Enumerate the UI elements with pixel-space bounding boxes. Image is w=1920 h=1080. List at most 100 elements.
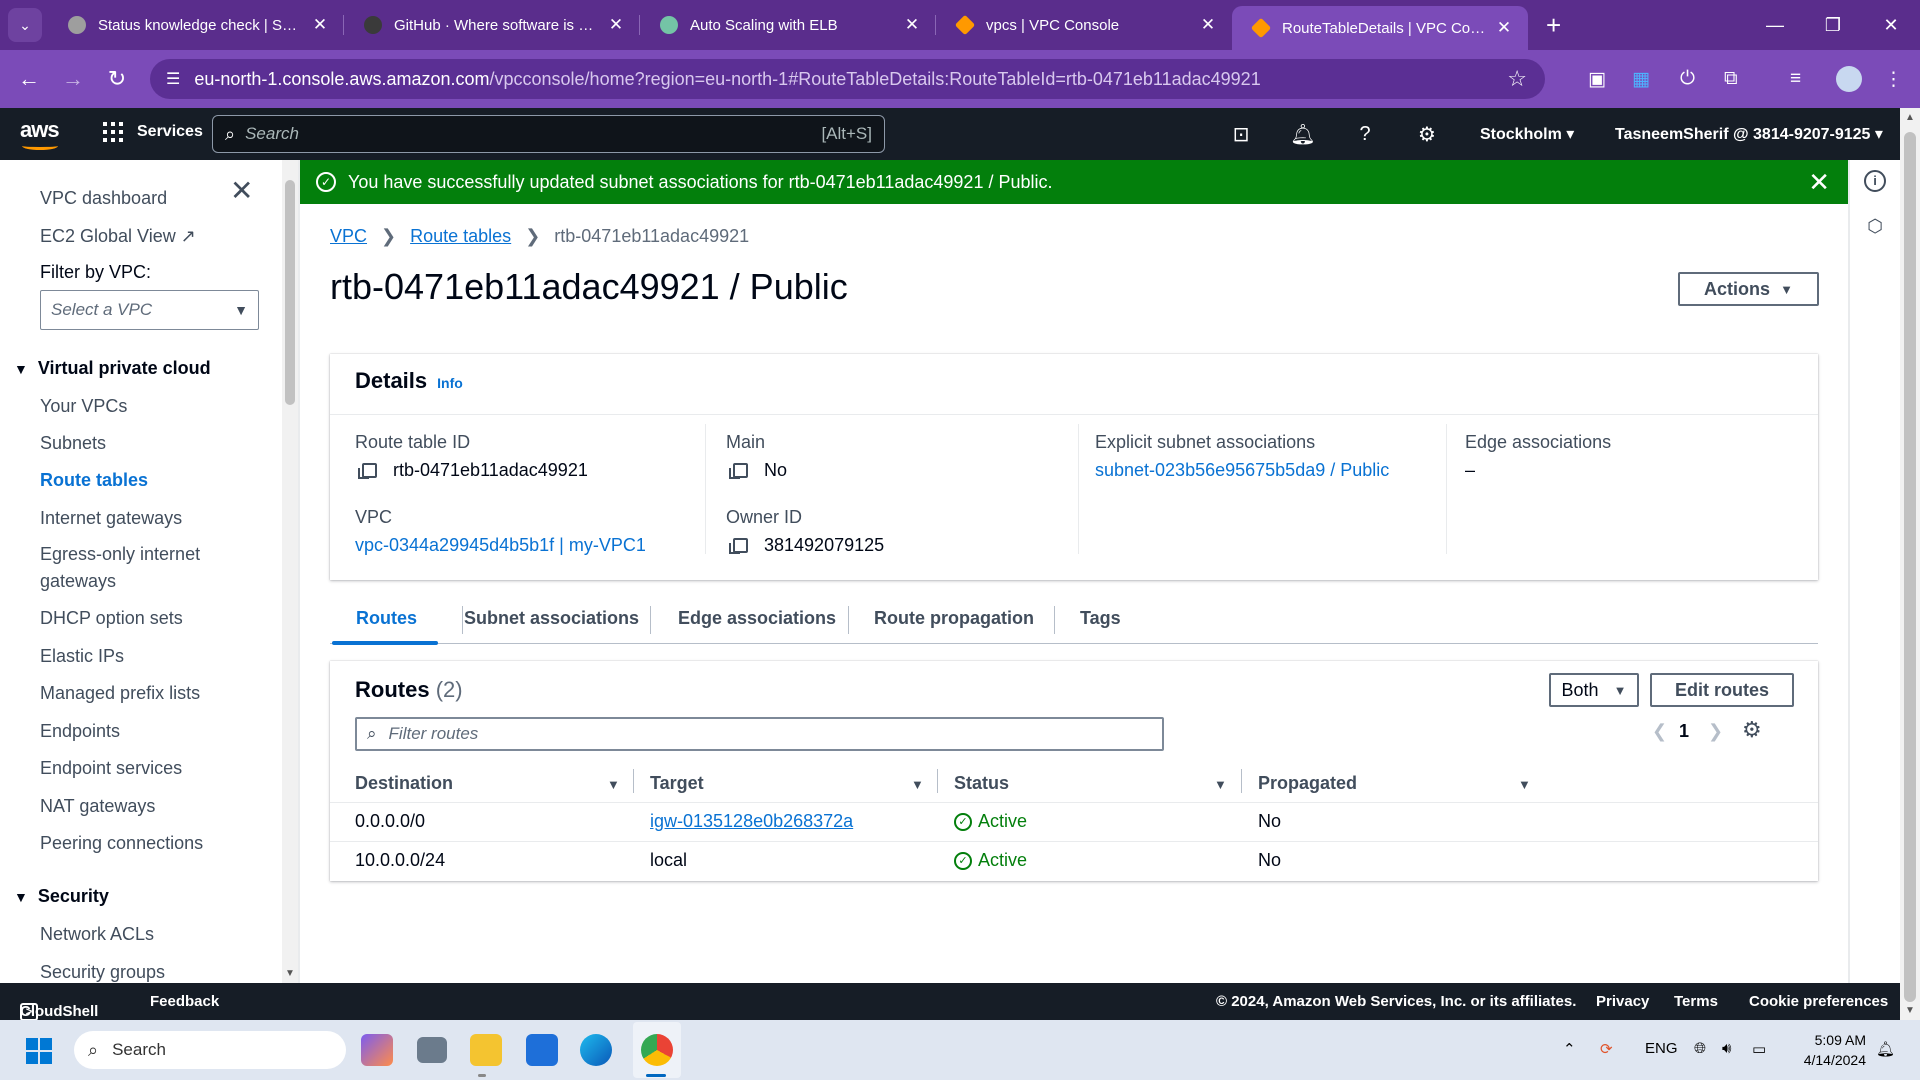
sidebar-item-route-tables[interactable]: Route tables xyxy=(40,470,148,491)
sync-icon[interactable]: ⟳ xyxy=(1600,1040,1613,1058)
scrollbar-thumb[interactable] xyxy=(285,180,295,405)
url-field[interactable]: ☰ eu-north-1.console.aws.amazon.com/vpcc… xyxy=(150,59,1545,99)
aws-logo[interactable]: aws xyxy=(20,117,60,150)
tab-routes[interactable]: Routes xyxy=(356,608,417,629)
profile-avatar[interactable] xyxy=(1836,50,1862,108)
help-icon[interactable]: ? xyxy=(1352,121,1378,147)
browser-tab-4[interactable]: vpcs | VPC Console ✕ xyxy=(936,0,1232,50)
close-window-icon[interactable]: ✕ xyxy=(1862,0,1920,50)
reload-icon[interactable]: ↻ xyxy=(102,66,132,92)
browser-tab-active[interactable]: RouteTableDetails | VPC Console ✕ xyxy=(1232,6,1528,50)
terms-link[interactable]: Terms xyxy=(1674,993,1718,1010)
sidebar-item-egress-only-igw-cont[interactable]: gateways xyxy=(40,571,116,592)
breadcrumb-vpc[interactable]: VPC xyxy=(330,226,367,247)
copy-icon[interactable] xyxy=(729,538,748,554)
sidebar-item-endpoints[interactable]: Endpoints xyxy=(40,721,120,742)
sidebar-item-vpc-dashboard[interactable]: VPC dashboard xyxy=(40,188,167,209)
tools-hex-icon[interactable]: ⬡ xyxy=(1864,216,1886,238)
sidebar-item-subnets[interactable]: Subnets xyxy=(40,433,106,454)
windows-start-icon[interactable] xyxy=(26,1038,52,1064)
sidebar-icon[interactable]: ▣ xyxy=(1588,50,1606,108)
aws-search-input[interactable]: ⌕ Search [Alt+S] xyxy=(212,115,885,153)
tab-tags[interactable]: Tags xyxy=(1080,608,1121,629)
section-security[interactable]: ▼ Security xyxy=(14,886,109,907)
breadcrumb-route-tables[interactable]: Route tables xyxy=(410,226,511,247)
notification-bell-icon[interactable]: 🔔︎ xyxy=(1876,1040,1895,1058)
battery-icon[interactable]: ▭ xyxy=(1752,1040,1766,1058)
column-header-status[interactable]: Status xyxy=(954,773,1009,794)
minimize-icon[interactable]: — xyxy=(1746,0,1804,50)
cloudshell-icon[interactable]: ⊡ xyxy=(1228,121,1254,147)
power-icon[interactable]: ⏻ xyxy=(1680,50,1695,108)
settings-gear-icon[interactable]: ⚙ xyxy=(1414,121,1440,147)
tab-close-icon[interactable]: ✕ xyxy=(1198,15,1218,35)
sidebar-item-managed-prefix-lists[interactable]: Managed prefix lists xyxy=(40,683,200,704)
input-language[interactable]: ENG xyxy=(1645,1040,1678,1057)
info-link[interactable]: Info xyxy=(437,375,463,391)
network-icon[interactable]: 🌐︎ xyxy=(1694,1040,1706,1057)
page-number[interactable]: 1 xyxy=(1679,721,1689,742)
task-view-icon[interactable] xyxy=(417,1037,447,1063)
scroll-down-icon[interactable]: ▼ xyxy=(1905,1005,1915,1016)
extension-icon[interactable]: ▦ xyxy=(1632,50,1650,108)
dismiss-flash-icon[interactable]: ✕ xyxy=(1808,167,1830,198)
services-menu-button[interactable]: Services xyxy=(103,122,203,142)
section-virtual-private-cloud[interactable]: ▼ Virtual private cloud xyxy=(14,358,211,379)
site-info-icon[interactable]: ☰ xyxy=(166,69,180,89)
region-selector[interactable]: Stockholm ▾ xyxy=(1480,124,1574,144)
sidebar-item-ec2-global-view[interactable]: EC2 Global View ↗ xyxy=(40,226,196,247)
sidenav-scrollbar[interactable]: ▼ xyxy=(282,160,298,983)
vpc-filter-select[interactable]: Select a VPC ▼ xyxy=(40,290,259,330)
close-nav-icon[interactable]: ✕ xyxy=(230,174,253,207)
column-header-propagated[interactable]: Propagated xyxy=(1258,773,1357,794)
file-explorer-icon[interactable] xyxy=(470,1034,502,1066)
privacy-link[interactable]: Privacy xyxy=(1596,993,1649,1010)
column-header-target[interactable]: Target xyxy=(650,773,704,794)
feedback-link[interactable]: Feedback xyxy=(150,993,219,1010)
next-page-icon[interactable]: ❯ xyxy=(1708,721,1723,742)
browser-tab-3[interactable]: Auto Scaling with ELB ✕ xyxy=(640,0,936,50)
tab-subnet-associations[interactable]: Subnet associations xyxy=(464,608,639,629)
cookie-preferences-link[interactable]: Cookie preferences xyxy=(1749,993,1888,1010)
sidebar-item-egress-only-igw[interactable]: Egress-only internet xyxy=(40,544,200,565)
actions-dropdown-button[interactable]: Actions ▼ xyxy=(1678,272,1819,306)
sidebar-item-nat-gateways[interactable]: NAT gateways xyxy=(40,796,155,817)
tab-close-icon[interactable]: ✕ xyxy=(310,15,330,35)
back-icon[interactable]: ← xyxy=(14,66,44,92)
browser-menu-icon[interactable]: ⋮ xyxy=(1884,50,1903,108)
tab-close-icon[interactable]: ✕ xyxy=(902,15,922,35)
mail-icon[interactable] xyxy=(526,1034,558,1066)
sidebar-item-elastic-ips[interactable]: Elastic IPs xyxy=(40,646,124,667)
tab-route-propagation[interactable]: Route propagation xyxy=(874,608,1034,629)
browser-tab-1[interactable]: Status knowledge check | Sprint ✕ xyxy=(48,0,344,50)
tab-close-icon[interactable]: ✕ xyxy=(606,15,626,35)
vpc-link[interactable]: vpc-0344a29945d4b5b1f | my-VPC1 xyxy=(355,535,646,556)
puzzle-extensions-icon[interactable]: ⧉ xyxy=(1724,50,1738,108)
sidebar-item-your-vpcs[interactable]: Your VPCs xyxy=(40,396,127,417)
sidebar-item-security-groups[interactable]: Security groups xyxy=(40,962,165,983)
scrollbar-thumb[interactable] xyxy=(1904,132,1916,1002)
restore-icon[interactable]: ❐ xyxy=(1804,0,1862,50)
sort-caret-icon[interactable]: ▼ xyxy=(1518,777,1531,792)
filter-routes-input[interactable]: ⌕ Filter routes xyxy=(355,717,1164,751)
new-tab-icon[interactable]: + xyxy=(1546,10,1561,41)
page-scrollbar[interactable]: ▲ ▼ xyxy=(1900,108,1920,1020)
column-header-destination[interactable]: Destination xyxy=(355,773,453,794)
sidebar-item-dhcp-option-sets[interactable]: DHCP option sets xyxy=(40,608,183,629)
route-target-link[interactable]: igw-0135128e0b268372a xyxy=(650,811,853,832)
sidebar-item-network-acls[interactable]: Network ACLs xyxy=(40,924,154,945)
scroll-up-icon[interactable]: ▲ xyxy=(1905,112,1915,123)
taskbar-search[interactable]: ⌕ Search xyxy=(74,1031,346,1069)
sidebar-item-endpoint-services[interactable]: Endpoint services xyxy=(40,758,182,779)
forward-icon[interactable]: → xyxy=(58,66,88,92)
sort-caret-icon[interactable]: ▼ xyxy=(607,777,620,792)
sort-caret-icon[interactable]: ▼ xyxy=(911,777,924,792)
scroll-down-icon[interactable]: ▼ xyxy=(285,968,295,979)
copy-icon[interactable] xyxy=(358,463,377,479)
bookmark-star-icon[interactable]: ☆ xyxy=(1507,66,1527,92)
account-menu[interactable]: TasneemSherif @ 3814-9207-9125 ▾ xyxy=(1615,124,1883,144)
sort-caret-icon[interactable]: ▼ xyxy=(1214,777,1227,792)
sidebar-item-peering-connections[interactable]: Peering connections xyxy=(40,833,203,854)
browser-tab-2[interactable]: GitHub · Where software is built ✕ xyxy=(344,0,640,50)
show-hidden-icons[interactable]: ⌃ xyxy=(1563,1040,1576,1058)
